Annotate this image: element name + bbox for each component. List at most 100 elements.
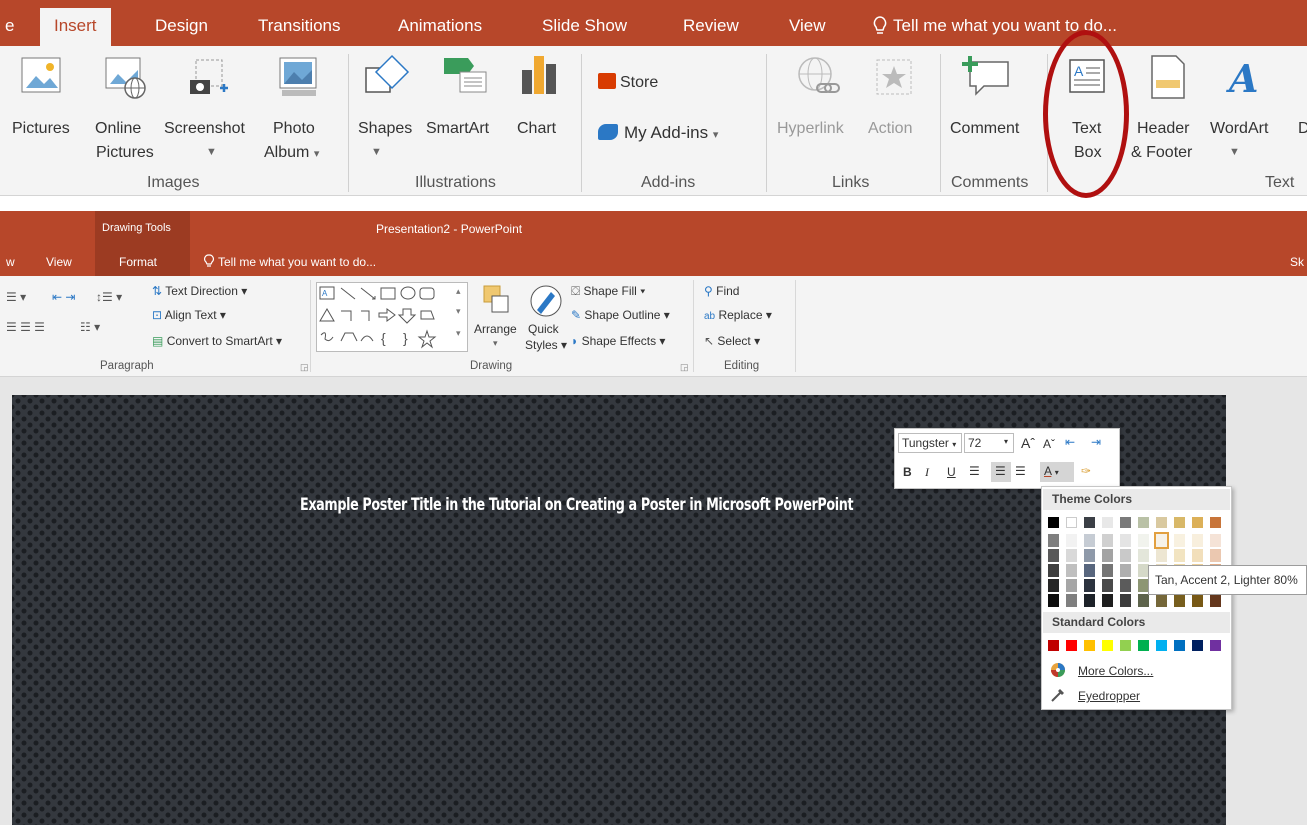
- shape-effects-button[interactable]: ◗ Shape Effects ▾: [571, 334, 665, 348]
- theme-color-swatch[interactable]: [1048, 517, 1059, 528]
- quick-styles-icon[interactable]: [527, 282, 565, 325]
- line-spacing-icon[interactable]: ↕☰ ▾: [96, 290, 122, 304]
- bullets-icon[interactable]: ☰ ▾: [6, 290, 26, 304]
- tell-me-search-2[interactable]: Tell me what you want to do...: [218, 255, 376, 269]
- shapes-gallery[interactable]: A { }: [316, 282, 468, 352]
- standard-color-swatch[interactable]: [1066, 640, 1077, 651]
- theme-shade-swatch[interactable]: [1102, 579, 1113, 592]
- font-name-box[interactable]: Tungster ▾: [898, 433, 962, 453]
- slide-title-text[interactable]: Example Poster Title in the Tutorial on …: [300, 495, 854, 519]
- align-icon[interactable]: ☰ ☰ ☰: [6, 320, 45, 334]
- theme-shade-swatch[interactable]: [1102, 549, 1113, 562]
- store-button[interactable]: Store: [598, 72, 658, 93]
- smartart-icon[interactable]: [440, 54, 490, 105]
- standard-color-swatch[interactable]: [1120, 640, 1131, 651]
- chevron-down-icon[interactable]: ▼: [206, 142, 217, 163]
- text-direction-button[interactable]: ⇅ Text Direction ▾: [152, 284, 247, 298]
- columns-icon[interactable]: ☷ ▾: [80, 320, 100, 334]
- theme-color-swatch[interactable]: [1192, 517, 1203, 528]
- theme-color-swatch[interactable]: [1156, 517, 1167, 528]
- action-icon[interactable]: [875, 58, 915, 103]
- shrink-font-icon[interactable]: Aˇ: [1043, 437, 1055, 451]
- theme-shade-swatch[interactable]: [1210, 549, 1221, 562]
- quick-styles-line1[interactable]: Quick: [528, 322, 559, 336]
- tab-transitions[interactable]: Transitions: [258, 16, 341, 36]
- photo-album-line2[interactable]: Album ▾: [264, 142, 319, 165]
- theme-shade-swatch[interactable]: [1192, 594, 1203, 607]
- grow-font-icon[interactable]: Aˆ: [1021, 435, 1035, 451]
- theme-shade-swatch[interactable]: [1048, 564, 1059, 577]
- theme-shade-swatch[interactable]: [1174, 534, 1185, 547]
- tab-slide-show[interactable]: Slide Show: [542, 16, 627, 36]
- theme-shade-swatch[interactable]: [1120, 534, 1131, 547]
- tab-partial-w[interactable]: w: [6, 255, 15, 269]
- theme-color-swatch[interactable]: [1138, 517, 1149, 528]
- convert-smartart-button[interactable]: ▤ Convert to SmartArt ▾: [152, 334, 282, 348]
- theme-color-swatch[interactable]: [1174, 517, 1185, 528]
- theme-shade-swatch[interactable]: [1174, 549, 1185, 562]
- shapes-button[interactable]: Shapes: [358, 118, 412, 139]
- comment-button[interactable]: Comment: [950, 118, 1019, 139]
- quick-styles-line2[interactable]: Styles ▾: [525, 338, 567, 352]
- shape-fill-button[interactable]: ⛋ Shape Fill ▾: [571, 284, 645, 299]
- online-pictures-line1[interactable]: Online: [95, 118, 141, 139]
- comment-icon[interactable]: [958, 52, 1014, 103]
- tab-design[interactable]: Design: [155, 16, 208, 36]
- tab-format[interactable]: Format: [119, 255, 157, 269]
- theme-shade-swatch[interactable]: [1048, 579, 1059, 592]
- header-footer-line2[interactable]: & Footer: [1131, 142, 1192, 163]
- chart-button[interactable]: Chart: [517, 118, 556, 139]
- chevron-down-icon[interactable]: ▾: [1004, 437, 1008, 446]
- standard-color-swatch[interactable]: [1084, 640, 1095, 651]
- screenshot-button[interactable]: Screenshot: [164, 118, 245, 139]
- photo-album-line1[interactable]: Photo: [273, 118, 315, 139]
- theme-shade-swatch[interactable]: [1084, 579, 1095, 592]
- align-text-button[interactable]: ⊡ Align Text ▾: [152, 308, 226, 322]
- dialog-launcher-icon[interactable]: ◲: [680, 362, 689, 373]
- standard-color-swatch[interactable]: [1210, 640, 1221, 651]
- chart-icon[interactable]: [520, 52, 560, 105]
- header-footer-icon[interactable]: [1148, 54, 1188, 107]
- gallery-more-icon[interactable]: ▾: [456, 328, 461, 339]
- increase-indent-icon[interactable]: ⇥: [1091, 435, 1101, 449]
- action-button[interactable]: Action: [868, 118, 912, 139]
- theme-shade-swatch[interactable]: [1102, 594, 1113, 607]
- standard-color-swatch[interactable]: [1048, 640, 1059, 651]
- font-color-button[interactable]: A ▾: [1040, 462, 1074, 482]
- shape-outline-button[interactable]: ✎ Shape Outline ▾: [571, 308, 670, 322]
- replace-button[interactable]: ab Replace ▾: [704, 308, 772, 322]
- align-right-icon[interactable]: ☰: [1015, 464, 1026, 478]
- align-center-icon[interactable]: ☰: [991, 462, 1011, 482]
- theme-shade-swatch[interactable]: [1084, 594, 1095, 607]
- format-painter-icon[interactable]: ✑: [1081, 464, 1091, 478]
- underline-button[interactable]: U: [947, 465, 956, 479]
- theme-shade-swatch[interactable]: [1120, 564, 1131, 577]
- standard-color-swatch[interactable]: [1192, 640, 1203, 651]
- bold-button[interactable]: B: [903, 465, 912, 479]
- photo-album-icon[interactable]: [276, 54, 322, 105]
- smartart-button[interactable]: SmartArt: [426, 118, 489, 139]
- theme-shade-swatch[interactable]: [1102, 564, 1113, 577]
- theme-shade-swatch[interactable]: [1102, 534, 1113, 547]
- chevron-down-icon[interactable]: ▼: [1229, 142, 1240, 163]
- online-pictures-line2[interactable]: Pictures: [96, 142, 154, 163]
- theme-color-swatch[interactable]: [1210, 517, 1221, 528]
- theme-shade-swatch[interactable]: [1156, 594, 1167, 607]
- italic-button[interactable]: I: [925, 465, 929, 480]
- chevron-down-icon[interactable]: ▾: [493, 338, 498, 349]
- tab-insert[interactable]: Insert: [40, 8, 111, 46]
- tab-file-partial[interactable]: e: [5, 16, 14, 36]
- theme-shade-swatch[interactable]: [1156, 549, 1167, 562]
- theme-shade-swatch[interactable]: [1066, 534, 1077, 547]
- online-pictures-icon[interactable]: [104, 54, 150, 105]
- dialog-launcher-icon[interactable]: ◲: [300, 362, 309, 373]
- tab-animations[interactable]: Animations: [398, 16, 482, 36]
- theme-shade-swatch[interactable]: [1066, 579, 1077, 592]
- theme-shade-swatch[interactable]: [1048, 594, 1059, 607]
- theme-shade-swatch[interactable]: [1174, 594, 1185, 607]
- theme-color-swatch[interactable]: [1102, 517, 1113, 528]
- theme-shade-swatch[interactable]: [1138, 594, 1149, 607]
- hyperlink-button[interactable]: Hyperlink: [777, 118, 844, 139]
- wordart-icon[interactable]: A: [1225, 52, 1265, 105]
- pictures-button[interactable]: Pictures: [12, 118, 70, 139]
